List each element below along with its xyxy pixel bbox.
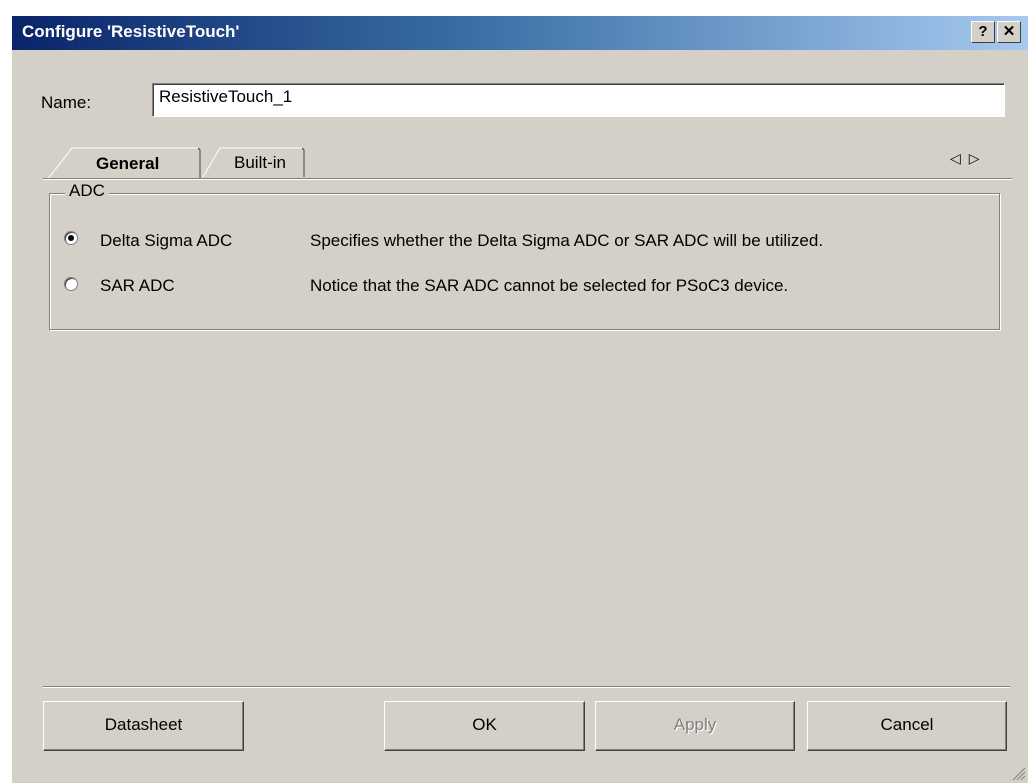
name-input[interactable]: ResistiveTouch_1 (152, 83, 1005, 117)
scroll-right-icon[interactable]: ▷ (969, 150, 988, 166)
adc-groupbox (49, 193, 1000, 330)
tab-general-label: General (96, 154, 160, 173)
tab-scroll-arrows: ◁▷ (950, 150, 988, 167)
name-label: Name: (41, 93, 92, 112)
datasheet-button[interactable]: Datasheet (43, 701, 244, 751)
close-button[interactable]: ✕ (997, 21, 1021, 43)
ok-button[interactable]: OK (384, 701, 585, 751)
sar-adc-label[interactable]: SAR ADC (100, 276, 175, 296)
configure-dialog: Configure 'ResistiveTouch' ? ✕ Name: Res… (11, 15, 1028, 783)
help-button[interactable]: ? (971, 21, 995, 43)
radio-selected-dot (68, 235, 74, 241)
tab-built-in-label: Built-in (234, 153, 286, 172)
tab-built-in[interactable]: Built-in (200, 146, 307, 178)
close-icon: ✕ (1002, 23, 1016, 40)
resize-grip-icon[interactable] (1012, 767, 1026, 781)
adc-group-title: ADC (65, 181, 109, 201)
window-title: Configure 'ResistiveTouch' (22, 22, 240, 41)
scroll-left-icon[interactable]: ◁ (950, 150, 969, 166)
delta-sigma-label[interactable]: Delta Sigma ADC (100, 231, 232, 251)
title-bar[interactable]: Configure 'ResistiveTouch' ? ✕ (12, 16, 1028, 50)
tab-strip-line (43, 178, 1012, 180)
cancel-button[interactable]: Cancel (807, 701, 1007, 751)
apply-button[interactable]: Apply (595, 701, 795, 751)
delta-sigma-radio[interactable] (64, 231, 78, 245)
sar-adc-description: Notice that the SAR ADC cannot be select… (310, 276, 789, 295)
button-separator (43, 686, 1010, 688)
tab-general[interactable]: General (48, 144, 202, 180)
sar-adc-radio[interactable] (64, 277, 78, 291)
delta-sigma-description: Specifies whether the Delta Sigma ADC or… (310, 231, 824, 250)
